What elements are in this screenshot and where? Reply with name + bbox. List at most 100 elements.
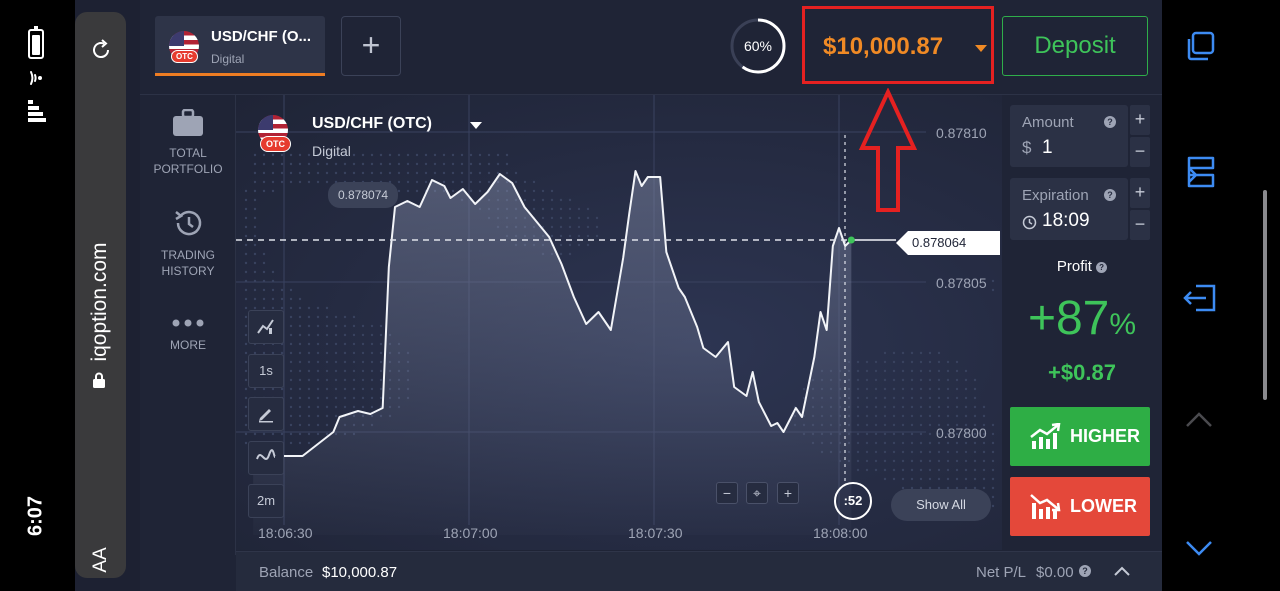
map-dot — [424, 153, 428, 157]
map-dot — [424, 162, 428, 166]
add-asset-button[interactable]: + — [341, 16, 401, 76]
map-dot — [910, 369, 914, 373]
map-dot — [523, 198, 527, 202]
scrollbar[interactable] — [1263, 190, 1267, 400]
help-icon[interactable]: ? — [1104, 116, 1116, 128]
amount-value[interactable]: 1 — [1042, 137, 1053, 159]
expiration-decrease-button[interactable]: − — [1130, 210, 1150, 240]
chevron-up-icon[interactable] — [1112, 562, 1132, 582]
drawing-tool-button[interactable] — [248, 397, 284, 431]
map-dot — [946, 441, 950, 445]
indicators-button[interactable] — [248, 441, 284, 475]
map-dot — [865, 414, 869, 418]
map-dot — [568, 225, 572, 229]
map-dot — [298, 405, 302, 409]
map-dot — [271, 162, 275, 166]
map-dot — [883, 441, 887, 445]
map-dot — [307, 315, 311, 319]
map-dot — [379, 333, 383, 337]
map-dot — [370, 333, 374, 337]
map-dot — [262, 261, 266, 265]
map-dot — [262, 189, 266, 193]
candle-period-button[interactable]: 2m — [248, 484, 284, 518]
map-dot — [244, 405, 248, 409]
nav-trading-history[interactable]: TRADING HISTORY — [140, 207, 236, 279]
expiration-value[interactable]: 18:09 — [1042, 210, 1090, 232]
url-text[interactable]: iqoption.com — [88, 242, 112, 361]
net-pl-label: Net P/L — [976, 564, 1027, 581]
center-chart-button[interactable]: ⌖ — [746, 482, 768, 504]
phone-status-bar: 6:07 — [0, 0, 75, 591]
amount-input[interactable]: Amount ? $ 1 — [1010, 105, 1128, 167]
more-dots-icon — [172, 319, 204, 327]
map-dot — [334, 369, 338, 373]
help-icon[interactable]: ? — [1079, 565, 1091, 577]
higher-label: HIGHER — [1070, 426, 1141, 446]
tabs-icon[interactable] — [1184, 30, 1218, 64]
map-dot — [586, 216, 590, 220]
map-dot — [865, 387, 869, 391]
pencil-icon — [259, 409, 273, 423]
map-dot — [964, 387, 968, 391]
map-dot — [892, 369, 896, 373]
expiration-input[interactable]: Expiration ? 18:09 — [1010, 178, 1128, 240]
map-dot — [937, 378, 941, 382]
amount-increase-button[interactable]: + — [1130, 105, 1150, 135]
share-icon[interactable] — [1182, 282, 1218, 314]
map-dot — [370, 351, 374, 355]
show-all-button[interactable]: Show All — [891, 489, 991, 521]
asset-tab[interactable]: OTC USD/CHF (O... Digital — [155, 16, 325, 76]
map-dot — [262, 387, 266, 391]
map-dot — [298, 360, 302, 364]
lower-button[interactable]: LOWER — [1010, 477, 1150, 536]
balance-dropdown[interactable]: $10,000.87 — [802, 6, 994, 84]
map-dot — [496, 162, 500, 166]
map-dot — [955, 378, 959, 382]
map-dot — [271, 432, 275, 436]
deposit-button[interactable]: Deposit — [1002, 16, 1148, 76]
map-dot — [928, 369, 932, 373]
map-dot — [469, 153, 473, 157]
bookmarks-icon[interactable] — [1184, 154, 1218, 190]
higher-button[interactable]: HIGHER — [1010, 407, 1150, 466]
help-icon[interactable]: ? — [1096, 262, 1108, 273]
zoom-in-button[interactable]: + — [777, 482, 799, 504]
map-dot — [379, 171, 383, 175]
map-dot — [496, 153, 500, 157]
browser-address-bar[interactable]: iqoption.com AA — [75, 12, 126, 578]
map-dot — [973, 405, 977, 409]
map-dot — [982, 477, 986, 481]
map-dot — [262, 252, 266, 256]
map-dot — [865, 459, 869, 463]
map-dot — [334, 342, 338, 346]
nav-total-portfolio[interactable]: TOTAL PORTFOLIO — [140, 109, 236, 177]
map-dot — [874, 414, 878, 418]
text-size-button[interactable]: AA — [90, 547, 112, 572]
amount-decrease-button[interactable]: − — [1130, 137, 1150, 167]
map-dot — [991, 450, 995, 454]
annotation-arrow-icon — [858, 88, 918, 212]
map-dot — [307, 378, 311, 382]
map-dot — [532, 189, 536, 193]
map-dot — [910, 468, 914, 472]
map-dot — [901, 351, 905, 355]
help-icon[interactable]: ? — [1104, 189, 1116, 201]
reload-icon[interactable] — [89, 38, 113, 62]
map-dot — [856, 414, 860, 418]
chart-type-button[interactable] — [248, 310, 284, 344]
map-dot — [919, 414, 923, 418]
map-dot — [451, 180, 455, 184]
timeframe-button[interactable]: 1s — [248, 354, 284, 388]
zoom-out-button[interactable]: − — [716, 482, 738, 504]
chevron-down-icon[interactable] — [1184, 538, 1214, 558]
map-dot — [892, 351, 896, 355]
map-dot — [415, 153, 419, 157]
map-dot — [946, 360, 950, 364]
nav-more[interactable]: MORE — [140, 317, 236, 353]
map-dot — [541, 216, 545, 220]
map-dot — [973, 396, 977, 400]
map-dot — [325, 360, 329, 364]
map-dot — [892, 396, 896, 400]
chevron-up-icon[interactable] — [1184, 410, 1214, 430]
expiration-increase-button[interactable]: + — [1130, 178, 1150, 208]
